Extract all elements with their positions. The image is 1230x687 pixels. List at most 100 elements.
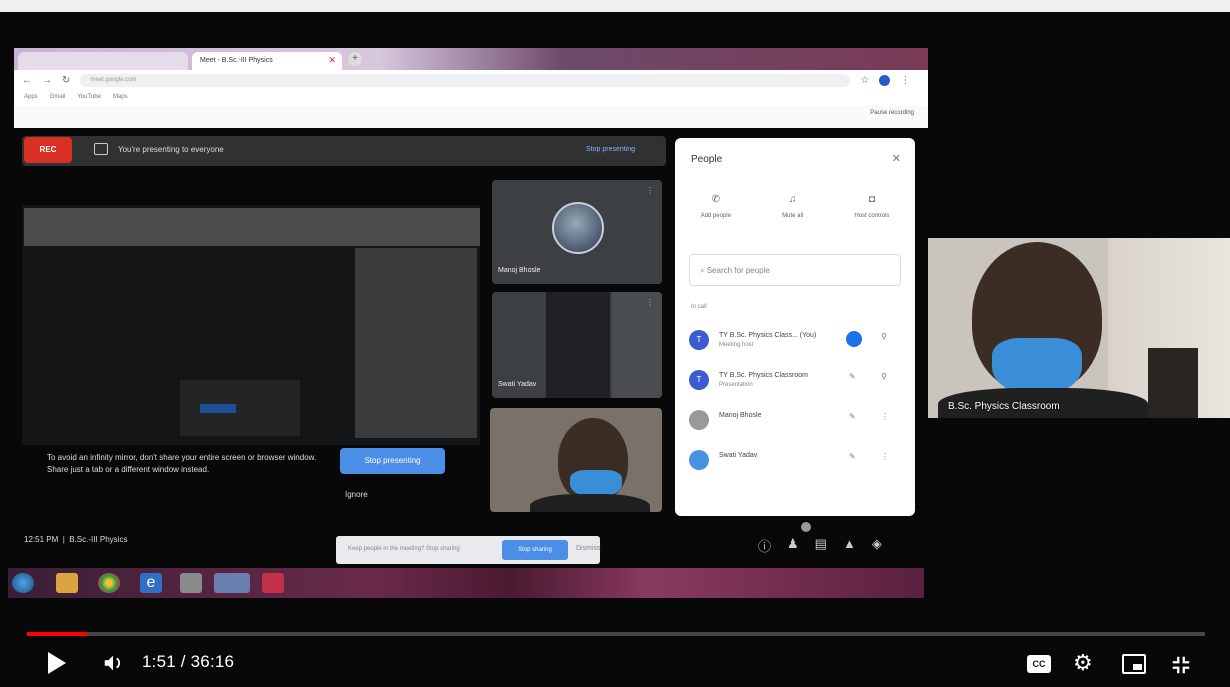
stop-presenting-link[interactable]: Stop presenting xyxy=(586,146,635,153)
mute-all-label: Mute all xyxy=(782,213,804,219)
mic-off-icon[interactable]: ✎ xyxy=(849,452,856,461)
meeting-time-label: 12:51 PM | B.Sc.-III Physics xyxy=(24,535,128,544)
page-strip: Pause recording xyxy=(14,106,928,128)
info-icon[interactable]: ⓘ xyxy=(758,536,771,555)
bookmark-apps[interactable]: Apps xyxy=(24,94,38,102)
share-warning-toast: Keep people in the meeting? Stop sharing… xyxy=(336,536,601,564)
browser-tab-1[interactable] xyxy=(18,52,188,70)
reload-icon[interactable]: ↻ xyxy=(62,75,70,86)
shared-screen-button xyxy=(200,404,236,413)
people-icon[interactable]: ♟ xyxy=(787,536,799,555)
pin-icon[interactable]: ⚲ xyxy=(881,372,887,381)
close-icon[interactable]: ✕ xyxy=(892,152,901,165)
participant-role: Presentation xyxy=(719,382,753,388)
exit-fullscreen-icon[interactable] xyxy=(1170,654,1192,676)
people-actions: ✆ Add people ♫ Mute all ◘ Host controls xyxy=(675,194,915,219)
present-screen-icon xyxy=(94,143,108,155)
back-icon[interactable]: ← xyxy=(22,75,32,86)
media-icon[interactable] xyxy=(214,573,250,593)
participant-row[interactable]: Swati Yadav ✎ ⋮ xyxy=(689,448,901,476)
star-icon[interactable]: ☆ xyxy=(860,75,869,86)
participant-row[interactable]: T TY B.Sc. Physics Class... (You) Meetin… xyxy=(689,328,901,356)
chat-icon[interactable]: ▤ xyxy=(815,536,827,555)
participant-tile-camera[interactable] xyxy=(490,408,662,512)
add-person-icon: ✆ xyxy=(711,194,720,205)
participant-video-dark xyxy=(546,292,610,398)
host-controls-button[interactable]: ◘ Host controls xyxy=(854,194,889,219)
more-options-icon[interactable]: ⋮ xyxy=(646,298,654,307)
browser-tab-meet[interactable]: Meet - B.Sc.-III Physics ✕ xyxy=(192,52,342,70)
infinity-mirror-tip: To avoid an infinity mirror, don't share… xyxy=(47,453,317,474)
folder-icon[interactable] xyxy=(56,573,78,593)
search-placeholder: Search for people xyxy=(706,266,770,275)
more-options-icon[interactable]: ⋮ xyxy=(646,186,654,195)
progress-fill xyxy=(27,632,88,636)
people-section-label: In call xyxy=(691,304,707,310)
host-shield-icon[interactable]: ◈ xyxy=(872,536,882,555)
ie-icon[interactable]: e xyxy=(140,573,162,593)
start-icon[interactable] xyxy=(12,573,34,593)
subtitles-icon[interactable]: CC xyxy=(1027,655,1051,673)
mic-off-icon[interactable]: ✎ xyxy=(849,372,856,381)
tab-2-label: Meet - B.Sc.-III Physics xyxy=(200,57,273,64)
progress-bar[interactable] xyxy=(27,632,1205,636)
toast-text: Keep people in the meeting? Stop sharing xyxy=(348,546,460,552)
windows-taskbar: e xyxy=(8,568,924,598)
mute-all-button[interactable]: ♫ Mute all xyxy=(782,194,803,219)
search-people-input[interactable]: ⌕ Search for people xyxy=(689,254,901,286)
participant-shirt xyxy=(530,494,650,512)
activities-icon[interactable]: ▲ xyxy=(843,536,856,555)
participant-name: Manoj Bhosle xyxy=(719,412,762,419)
more-options-icon[interactable]: ⋮ xyxy=(881,452,889,461)
shared-screen-card xyxy=(180,380,300,436)
browser-menu-icon[interactable]: ⋮ xyxy=(900,75,910,86)
toast-dismiss-button[interactable]: Dismiss xyxy=(576,545,601,552)
participant-row[interactable]: Manoj Bhosle ✎ ⋮ xyxy=(689,408,901,436)
ignore-button[interactable]: Ignore xyxy=(345,490,368,499)
host-controls-label: Host controls xyxy=(854,213,890,219)
background-door xyxy=(1148,348,1198,418)
participant-avatar: T xyxy=(689,370,709,390)
time-display: 1:51 / 36:16 xyxy=(142,652,235,671)
mute-icon: ♫ xyxy=(788,194,797,205)
video-frame[interactable]: Meet - B.Sc.-III Physics ✕ + ← → ↻ meet.g… xyxy=(0,0,1230,687)
address-row: ← → ↻ meet.google.com ☆ ⋮ xyxy=(14,70,928,90)
shield-icon: ◘ xyxy=(868,194,875,205)
forward-icon[interactable]: → xyxy=(42,75,52,86)
participant-row[interactable]: T TY B.Sc. Physics Classroom Presentatio… xyxy=(689,368,901,396)
chrome-icon[interactable] xyxy=(98,573,120,593)
meeting-time: 12:51 PM xyxy=(24,535,59,544)
self-video-tile[interactable]: B.Sc. Physics Classroom xyxy=(928,238,1230,418)
bookmark-gmail[interactable]: Gmail xyxy=(50,94,66,102)
bookmark-youtube[interactable]: YouTube xyxy=(77,94,101,102)
participant-tile[interactable]: ⋮ Swati Yadav xyxy=(492,292,662,398)
participant-video-strip xyxy=(612,292,662,398)
people-panel-title: People xyxy=(691,154,723,165)
app-icon[interactable] xyxy=(180,573,202,593)
mic-off-icon[interactable]: ✎ xyxy=(849,412,856,421)
add-people-button[interactable]: ✆ Add people xyxy=(701,194,731,219)
toast-stop-sharing-button[interactable]: Stop sharing xyxy=(502,540,568,560)
participant-name: Swati Yadav xyxy=(719,452,758,459)
mic-icon[interactable]: ⚲ xyxy=(881,332,887,341)
play-icon[interactable] xyxy=(48,652,66,674)
people-count-badge xyxy=(801,522,811,532)
meeting-name: B.Sc.-III Physics xyxy=(69,535,128,544)
new-tab-icon[interactable]: + xyxy=(348,52,362,66)
shared-screen-panel xyxy=(355,248,477,438)
participant-role: Meeting host xyxy=(719,342,754,348)
address-bar[interactable]: meet.google.com xyxy=(80,73,851,87)
participant-tile[interactable]: ⋮ Manoj Bhosle xyxy=(492,180,662,284)
miniplayer-icon[interactable] xyxy=(1122,654,1146,674)
pause-recording-indicator[interactable]: Pause recording xyxy=(870,110,914,116)
more-options-icon[interactable]: ⋮ xyxy=(881,412,889,421)
volume-icon[interactable] xyxy=(102,652,124,674)
bookmark-maps[interactable]: Maps xyxy=(113,94,128,102)
meet-controls: ⓘ ♟ ▤ ▲ ◈ xyxy=(758,536,882,555)
stop-presenting-button[interactable]: Stop presenting xyxy=(340,448,445,474)
profile-avatar[interactable] xyxy=(879,74,891,86)
speaking-indicator-icon xyxy=(846,331,862,347)
settings-gear-icon[interactable]: ⚙ xyxy=(1073,651,1093,675)
app2-icon[interactable] xyxy=(262,573,284,593)
close-tab-icon[interactable]: ✕ xyxy=(328,55,336,66)
